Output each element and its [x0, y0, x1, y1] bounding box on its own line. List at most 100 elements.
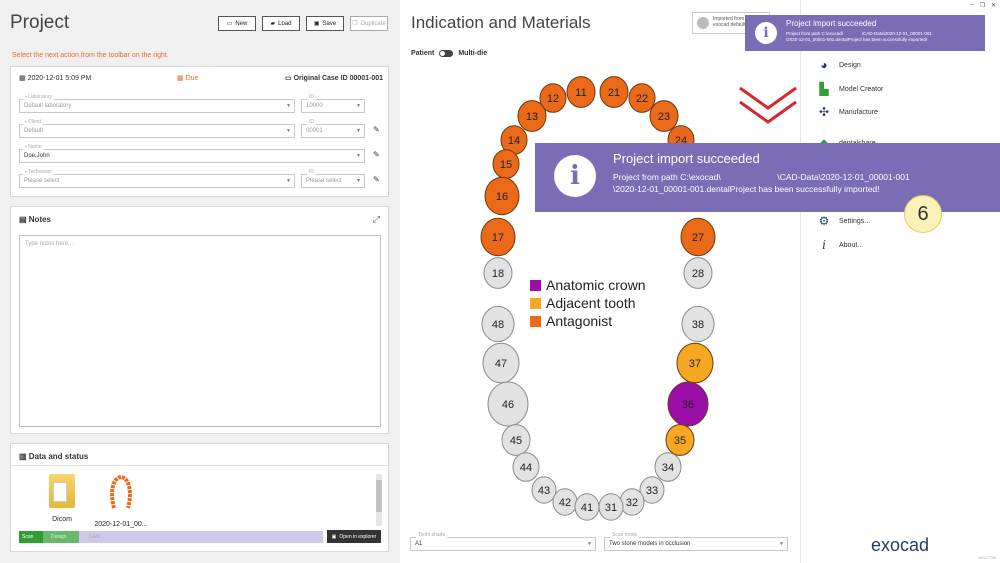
folder-icon: ▰ — [270, 21, 276, 27]
tooth-17[interactable]: 17 — [480, 217, 516, 257]
client-id-select[interactable]: 00001 ▼ — [301, 124, 365, 138]
tooth-23[interactable]: 23 — [649, 100, 679, 132]
laboratory-select[interactable]: Default laboratory ▼ — [19, 99, 295, 113]
due-date[interactable]: ▦ Due — [177, 74, 198, 82]
patient-name-input[interactable]: Doe,John ▼ — [19, 149, 365, 163]
minimize-icon[interactable]: – — [970, 2, 973, 9]
scrollbar[interactable] — [376, 474, 382, 526]
dental-arch-icon — [110, 474, 132, 509]
step-design[interactable]: Design — [43, 531, 79, 543]
tooth-43[interactable]: 43 — [531, 476, 557, 504]
legend-item-anatomic: Anatomic crown — [530, 276, 646, 294]
save-button[interactable]: ▣ Save — [306, 16, 344, 31]
patient-name-label: ▪ Name — [23, 144, 44, 150]
tooth-32[interactable]: 32 — [619, 488, 645, 516]
tooth-22[interactable]: 22 — [628, 83, 656, 113]
legend-swatch — [530, 297, 541, 309]
chevron-down-icon: ▼ — [779, 541, 784, 547]
close-icon[interactable]: ✕ — [991, 2, 996, 9]
chevron-down-icon: ▼ — [286, 178, 291, 184]
tooth-15[interactable]: 15 — [492, 149, 520, 179]
tooth-16[interactable]: 16 — [484, 176, 520, 216]
tooth-number: 44 — [520, 462, 532, 474]
tooth-number: 42 — [559, 497, 571, 509]
technician-select[interactable]: Please select ▼ — [19, 174, 295, 188]
tooth-42[interactable]: 42 — [552, 488, 578, 516]
client-label: ▪ Client — [23, 119, 43, 125]
tooth-number: 17 — [492, 232, 504, 244]
gear-icon: ⚙ — [818, 214, 830, 228]
tooth-41[interactable]: 41 — [574, 493, 600, 521]
tooth-number: 48 — [492, 319, 504, 331]
open-explorer-button[interactable]: ▣ Open in explorer — [327, 530, 381, 543]
menu-settings[interactable]: ⚙ Settings... — [817, 214, 871, 228]
toast-notification-small[interactable]: i Project import succeeded Project from … — [745, 15, 985, 51]
menu-about[interactable]: i About... — [817, 238, 863, 252]
load-button[interactable]: ▰ Load — [262, 16, 300, 31]
tooth-48[interactable]: 48 — [481, 305, 515, 343]
technician-id-select[interactable]: Please select ▼ — [301, 174, 365, 188]
case-date: ▦ 2020-12-01 5:09 PM — [19, 75, 92, 82]
tooth-number: 28 — [692, 268, 704, 280]
page-title: Project — [10, 12, 70, 33]
step-cam[interactable]: CAM — [79, 531, 115, 543]
edit-patient-icon[interactable]: ✎ — [373, 150, 380, 159]
tooth-number: 47 — [495, 358, 507, 370]
indication-panel: Indication and Materials Patient Multi-d… — [400, 0, 800, 563]
tooth-28[interactable]: 28 — [683, 257, 713, 289]
tooth-44[interactable]: 44 — [512, 452, 540, 482]
tooth-18[interactable]: 18 — [483, 257, 513, 289]
menu-model-creator[interactable]: ▙ Model Creator — [817, 82, 883, 96]
tooth-number: 37 — [689, 358, 701, 370]
tooth-38[interactable]: 38 — [681, 305, 715, 343]
tooth-31[interactable]: 31 — [598, 493, 624, 521]
tooth-13[interactable]: 13 — [517, 100, 547, 132]
tooth-47[interactable]: 47 — [482, 342, 520, 384]
tooth-37[interactable]: 37 — [676, 342, 714, 384]
tooth-number: 33 — [646, 485, 658, 497]
menu-manufacture[interactable]: ✣ Manufacture — [817, 105, 878, 119]
case-id: ▭ Original Case ID 00001-001 — [285, 75, 384, 82]
tooth-11[interactable]: 11 — [566, 76, 596, 108]
workflow-steps: Scan Design CAM — [19, 531, 323, 543]
notes-textarea[interactable]: Type notes here... — [19, 235, 381, 427]
folder-icon: ▣ — [331, 533, 337, 540]
technician-label: ▪ Technician — [23, 169, 54, 175]
scan-mode-label: Scan mode — [610, 532, 640, 538]
step-scan[interactable]: Scan — [19, 531, 43, 543]
laboratory-id-select[interactable]: 10000 ▼ — [301, 99, 365, 113]
legend: Anatomic crown Adjacent tooth Antagonist — [530, 276, 646, 330]
expand-icon[interactable]: ⤢ — [373, 214, 380, 225]
edit-technician-icon[interactable]: ✎ — [373, 175, 380, 184]
restore-icon[interactable]: ❐ — [980, 2, 985, 9]
duplicate-button[interactable]: ❐ Duplicate — [350, 16, 388, 31]
tooth-shade-label: Tooth shade — [416, 532, 448, 538]
chevron-down-icon: ▼ — [356, 153, 361, 159]
tooth-number: 41 — [581, 502, 593, 514]
new-button[interactable]: ▭ New — [218, 16, 256, 31]
tooth-number: 15 — [500, 159, 512, 171]
notes-title: ▤ Notes — [19, 215, 52, 224]
tooth-number: 46 — [502, 399, 514, 411]
scan-mode-select[interactable]: Two stone models in occlusion ▼ — [604, 537, 788, 551]
edit-client-icon[interactable]: ✎ — [373, 125, 380, 134]
tooth-number: 31 — [605, 502, 617, 514]
client-select[interactable]: Default ▼ — [19, 124, 295, 138]
legend-item-antagonist: Antagonist — [530, 312, 646, 330]
chevron-down-icon: ▼ — [286, 128, 291, 134]
chevron-down-icon: ▼ — [286, 103, 291, 109]
tooth-shade-select[interactable]: A1 ▼ — [410, 537, 596, 551]
tooth-27[interactable]: 27 — [680, 217, 716, 257]
file-item-project[interactable]: 2020-12-01_00... — [81, 474, 161, 528]
tooth-number: 23 — [658, 111, 670, 123]
tooth-34[interactable]: 34 — [654, 452, 682, 482]
tooth-35[interactable]: 35 — [665, 424, 695, 456]
tooth-46[interactable]: 46 — [487, 381, 529, 427]
manufacture-icon: ✣ — [818, 105, 830, 119]
menu-design[interactable]: ◕ Design — [817, 58, 860, 72]
tooth-45[interactable]: 45 — [501, 424, 531, 456]
model-creator-icon: ▙ — [819, 82, 829, 96]
save-icon: ▣ — [313, 21, 320, 27]
tooth-36[interactable]: 36 — [667, 381, 709, 427]
tooth-21[interactable]: 21 — [599, 76, 629, 108]
